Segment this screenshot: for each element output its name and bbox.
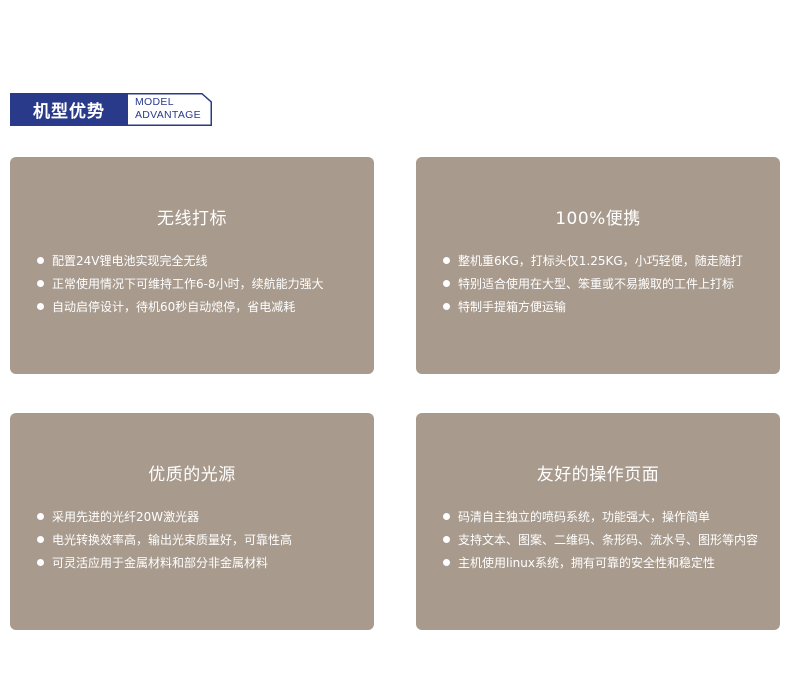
card-title: 无线打标 bbox=[157, 209, 227, 229]
bullet-icon bbox=[37, 513, 44, 520]
list-item: 整机重6KG，打标头仅1.25KG，小巧轻便，随走随打 bbox=[443, 249, 743, 272]
card-title: 优质的光源 bbox=[148, 465, 236, 485]
bullet-icon bbox=[37, 257, 44, 264]
bullet-icon bbox=[37, 280, 44, 287]
card-title: 友好的操作页面 bbox=[536, 465, 660, 485]
list-item: 电光转换效率高，输出光束质量好，可靠性高 bbox=[37, 528, 292, 551]
section-title: 机型优势 bbox=[33, 102, 105, 122]
list-item: 特别适合使用在大型、笨重或不易搬取的工件上打标 bbox=[443, 272, 743, 295]
feature-list: 码清自主独立的喷码系统，功能强大，操作简单 支持文本、图案、二维码、条形码、流水… bbox=[443, 505, 758, 574]
list-item: 自动启停设计，待机60秒自动熄停，省电减耗 bbox=[37, 295, 324, 318]
bullet-icon bbox=[443, 280, 450, 287]
bullet-icon bbox=[443, 257, 450, 264]
list-item: 码清自主独立的喷码系统，功能强大，操作简单 bbox=[443, 505, 758, 528]
list-item: 支持文本、图案、二维码、条形码、流水号、图形等内容 bbox=[443, 528, 758, 551]
feature-list: 整机重6KG，打标头仅1.25KG，小巧轻便，随走随打 特别适合使用在大型、笨重… bbox=[443, 249, 743, 318]
subtitle-line-1: MODEL bbox=[135, 96, 174, 108]
bullet-icon bbox=[443, 559, 450, 566]
section-badge: 机型优势 MODEL ADVANTAGE bbox=[10, 93, 212, 126]
bullet-icon bbox=[37, 303, 44, 310]
card-wireless-marking: 无线打标 配置24V锂电池实现完全无线 正常使用情况下可维持工作6-8小时，续航… bbox=[10, 157, 374, 374]
bullet-icon bbox=[443, 513, 450, 520]
subtitle-line-2: ADVANTAGE bbox=[135, 108, 201, 121]
feature-list: 采用先进的光纤20W激光器 电光转换效率高，输出光束质量好，可靠性高 可灵活应用… bbox=[37, 505, 292, 574]
list-item: 正常使用情况下可维持工作6-8小时，续航能力强大 bbox=[37, 272, 324, 295]
list-item: 主机使用linux系统，拥有可靠的安全性和稳定性 bbox=[443, 551, 758, 574]
bullet-icon bbox=[443, 303, 450, 310]
card-operation-page: 友好的操作页面 码清自主独立的喷码系统，功能强大，操作简单 支持文本、图案、二维… bbox=[416, 413, 780, 630]
card-portable: 100%便携 整机重6KG，打标头仅1.25KG，小巧轻便，随走随打 特别适合使… bbox=[416, 157, 780, 374]
list-item: 配置24V锂电池实现完全无线 bbox=[37, 249, 324, 272]
list-item: 特制手提箱方便运输 bbox=[443, 295, 743, 318]
card-light-source: 优质的光源 采用先进的光纤20W激光器 电光转换效率高，输出光束质量好，可靠性高… bbox=[10, 413, 374, 630]
list-item: 可灵活应用于金属材料和部分非金属材料 bbox=[37, 551, 292, 574]
bullet-icon bbox=[37, 559, 44, 566]
card-title: 100%便携 bbox=[555, 209, 641, 229]
section-subtitle: MODEL ADVANTAGE bbox=[135, 96, 201, 121]
bullet-icon bbox=[443, 536, 450, 543]
feature-list: 配置24V锂电池实现完全无线 正常使用情况下可维持工作6-8小时，续航能力强大 … bbox=[37, 249, 324, 318]
list-item: 采用先进的光纤20W激光器 bbox=[37, 505, 292, 528]
bullet-icon bbox=[37, 536, 44, 543]
